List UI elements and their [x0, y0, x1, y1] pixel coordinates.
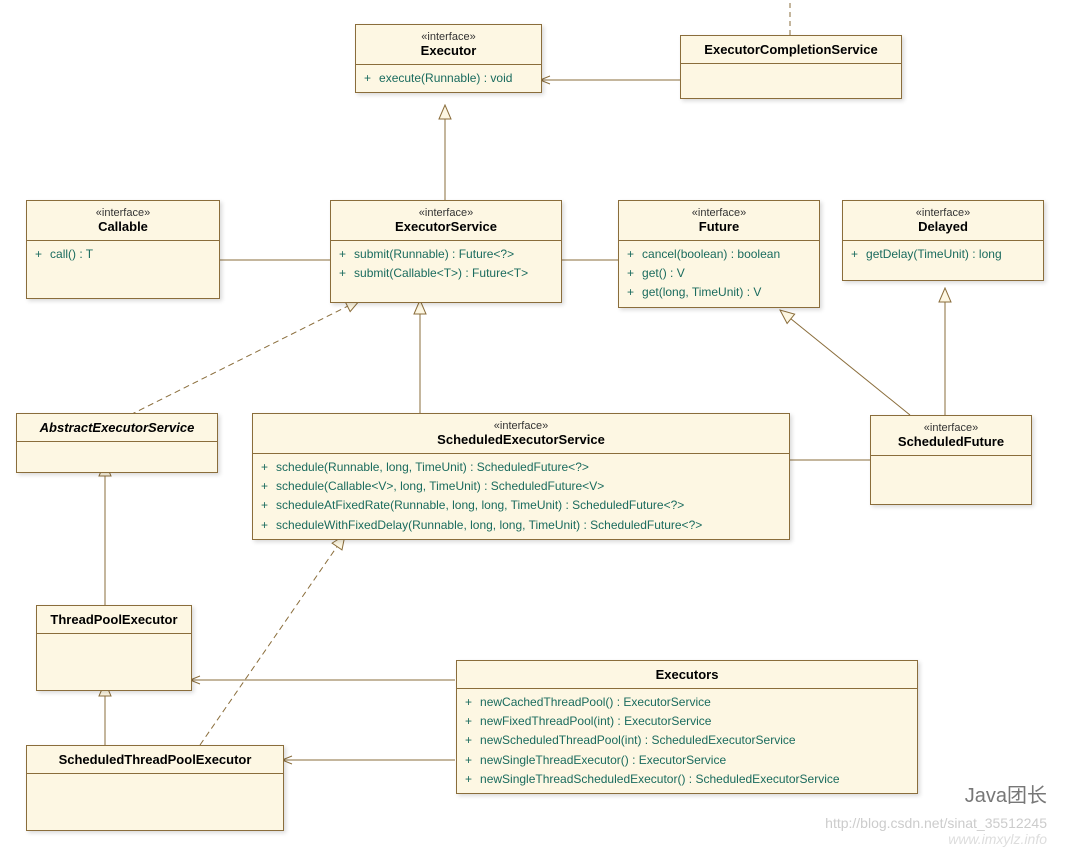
class-abstract-executor-service: AbstractExecutorService: [16, 413, 218, 473]
class-scheduled-executor-service: «interface»ScheduledExecutorService sche…: [252, 413, 790, 540]
class-scheduled-future: «interface»ScheduledFuture: [870, 415, 1032, 505]
watermark-site: www.imxylz.info: [948, 831, 1047, 847]
watermark-url: http://blog.csdn.net/sinat_35512245: [825, 815, 1047, 831]
class-executors: Executors newCachedThreadPool() : Execut…: [456, 660, 918, 794]
class-executor-completion-service: ExecutorCompletionService: [680, 35, 902, 99]
class-executor-service: «interface»ExecutorService submit(Runnab…: [330, 200, 562, 303]
class-executor: «interface»Executor execute(Runnable) : …: [355, 24, 542, 93]
class-callable: «interface»Callable call() : T: [26, 200, 220, 299]
watermark-author: Java团长: [965, 779, 1047, 808]
class-scheduled-thread-pool-executor: ScheduledThreadPoolExecutor: [26, 745, 284, 831]
class-future: «interface»Future cancel(boolean) : bool…: [618, 200, 820, 308]
class-thread-pool-executor: ThreadPoolExecutor: [36, 605, 192, 691]
class-delayed: «interface»Delayed getDelay(TimeUnit) : …: [842, 200, 1044, 281]
